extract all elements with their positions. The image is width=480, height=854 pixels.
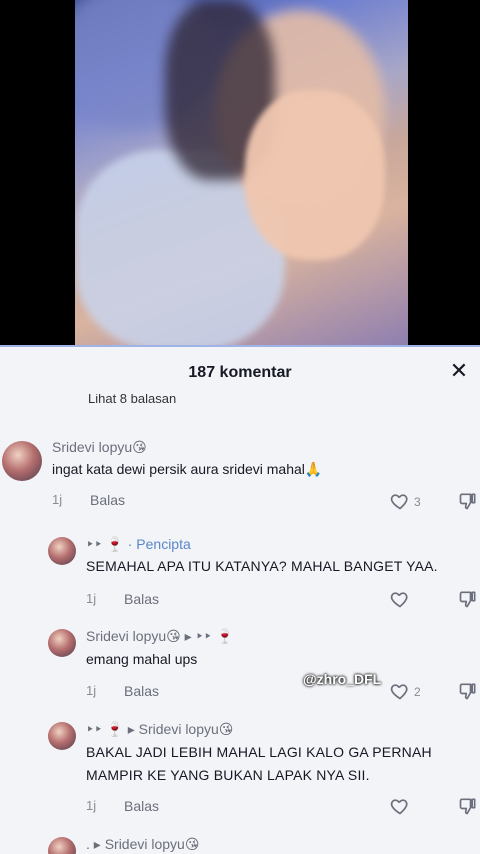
close-icon[interactable]: ✕: [448, 360, 470, 382]
video-player[interactable]: [0, 0, 480, 345]
comment-time: 1j: [86, 683, 97, 698]
avatar[interactable]: [48, 837, 76, 854]
like-count: 2: [414, 685, 421, 699]
comment-text: ingat kata dewi persik aura sridevi maha…: [52, 461, 323, 477]
reply-button[interactable]: Balas: [124, 798, 159, 814]
view-replies-link[interactable]: Lihat 8 balasan: [88, 394, 176, 406]
comment-text: SEMAHAL APA ITU KATANYA? MAHAL BANGET YA…: [86, 558, 438, 574]
creator-badge: · Pencipta: [127, 536, 191, 552]
avatar[interactable]: [48, 629, 76, 657]
comment-time: 1j: [52, 492, 63, 507]
heart-icon[interactable]: [390, 589, 410, 609]
dislike-icon[interactable]: [458, 796, 478, 816]
avatar[interactable]: [48, 722, 76, 750]
dislike-icon[interactable]: [458, 589, 478, 609]
comment-author[interactable]: Sridevi lopyu😘 ▸ ‣‣ 🍷: [86, 628, 233, 645]
reply-button[interactable]: Balas: [124, 591, 159, 607]
comment-author[interactable]: Sridevi lopyu😘: [52, 439, 147, 456]
comment-time: 1j: [86, 798, 97, 813]
avatar[interactable]: [2, 441, 42, 481]
reply-button[interactable]: Balas: [124, 683, 159, 699]
comment-author[interactable]: ‣‣ 🍷 · Pencipta: [86, 536, 191, 553]
reply-button[interactable]: Balas: [90, 492, 125, 508]
heart-icon[interactable]: [390, 796, 410, 816]
comment-text-line-2: MAMPIR KE YANG BUKAN LAPAK NYA SII.: [86, 767, 370, 783]
comment-count-title: 187 komentar: [188, 364, 292, 381]
reply-item: . ▸ Sridevi lopyu😘: [0, 833, 480, 854]
heart-icon[interactable]: [390, 681, 410, 701]
dislike-icon[interactable]: [458, 491, 478, 511]
heart-icon[interactable]: [390, 491, 410, 511]
dislike-icon[interactable]: [458, 681, 478, 701]
comments-header: 187 komentar ✕ Lihat 8 balasan: [0, 347, 480, 406]
comment-text: emang mahal ups: [86, 651, 198, 667]
avatar[interactable]: [48, 537, 76, 565]
like-count: 3: [414, 495, 421, 509]
comment-text-line-1: BAKAL JADI LEBIH MAHAL LAGI KALO GA PERN…: [86, 744, 432, 760]
comment-author[interactable]: ‣‣ 🍷 ▸ Sridevi lopyu😘: [86, 721, 233, 738]
video-frame: [75, 0, 408, 345]
author-name-prefix: ‣‣ 🍷: [86, 536, 124, 552]
watermark: @zhro_DFL: [303, 671, 382, 687]
comment-time: 1j: [86, 591, 97, 606]
comment-author[interactable]: . ▸ Sridevi lopyu😘: [86, 836, 199, 853]
